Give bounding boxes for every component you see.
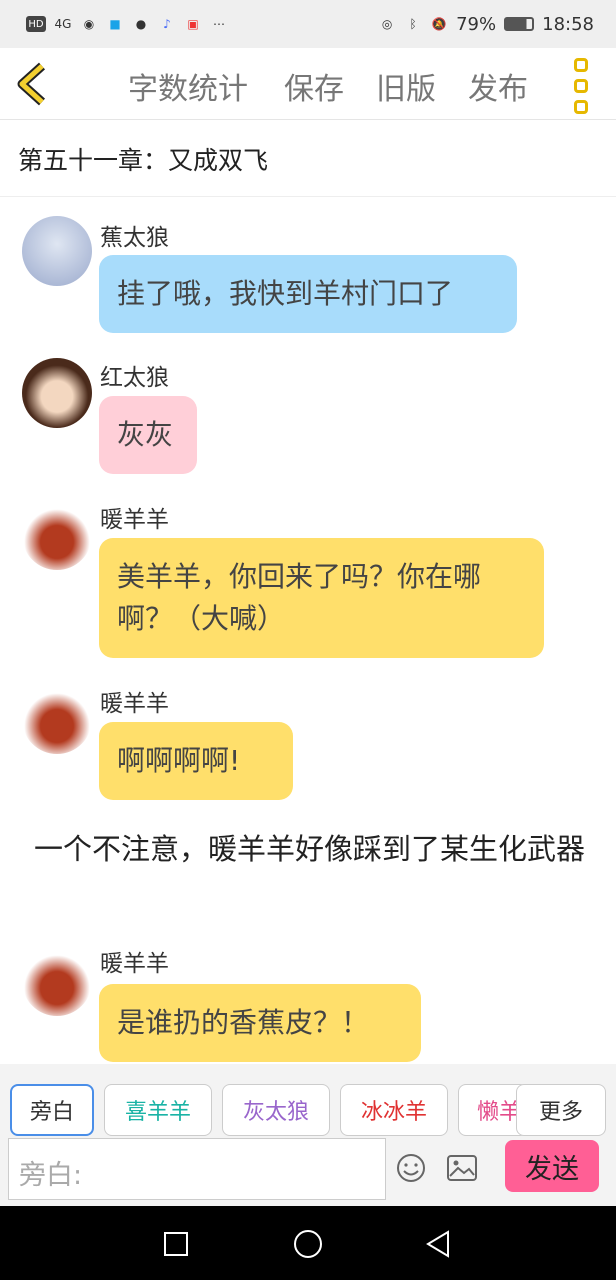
old-version-button[interactable]: 旧版 xyxy=(376,64,436,108)
bulb-icon: ■ xyxy=(109,17,121,31)
system-nav-bar xyxy=(0,1206,616,1280)
speaker-name: 红太狼 xyxy=(100,365,169,391)
battery-icon xyxy=(504,17,535,31)
more-menu-icon[interactable] xyxy=(574,58,594,114)
back-nav-icon[interactable] xyxy=(424,1230,452,1258)
input-bar: 旁白: 发送 xyxy=(0,1136,616,1206)
speaker-name: 暖羊羊 xyxy=(100,507,169,533)
status-bar: HD 4G ◉ ■ ● ♪ ▣ ⋯ ◎ ᛒ 🔕 79% 18:58 xyxy=(0,0,616,48)
chat-icon: ● xyxy=(135,17,147,31)
globe-icon: ◉ xyxy=(83,17,95,31)
publish-button[interactable]: 发布 xyxy=(468,64,528,108)
home-icon[interactable] xyxy=(294,1230,322,1258)
emoji-icon[interactable] xyxy=(396,1153,426,1183)
avatar xyxy=(22,946,92,1016)
more-characters-button[interactable]: 更多 xyxy=(516,1084,606,1136)
avatar xyxy=(22,500,92,570)
message-bubble: 是谁扔的香蕉皮？！ xyxy=(99,984,421,1062)
character-chip[interactable]: 灰太狼 xyxy=(222,1084,330,1136)
clock: 18:58 xyxy=(542,13,594,35)
character-chip[interactable]: 喜羊羊 xyxy=(104,1084,212,1136)
editor-toolbar: 字数统计 保存 旧版 发布 xyxy=(0,48,616,120)
speaker-name: 蕉太狼 xyxy=(100,225,169,251)
message-bubble: 啊啊啊啊! xyxy=(99,722,293,800)
battery-percent: 79% xyxy=(456,13,497,35)
narration-text[interactable]: 一个不注意，暖羊羊好像踩到了某生化武器 xyxy=(34,828,594,870)
mute-icon: 🔕 xyxy=(431,17,447,31)
speaker-name: 暖羊羊 xyxy=(100,951,169,977)
avatar xyxy=(22,684,92,754)
message-bubble: 挂了哦，我快到羊村门口了 xyxy=(99,255,517,333)
message-bubble: 美羊羊，你回来了吗？你在哪啊？（大喊） xyxy=(99,538,544,658)
send-button[interactable]: 发送 xyxy=(505,1140,599,1192)
book-icon: ▣ xyxy=(187,17,199,31)
chapter-title[interactable]: 第五十一章：又成双飞 xyxy=(0,121,616,197)
character-selector: 旁白 喜羊羊 灰太狼 冰冰羊 懒羊 更多 xyxy=(0,1064,616,1136)
back-arrow-icon[interactable] xyxy=(14,62,56,106)
signal-icon: 4G xyxy=(54,17,72,31)
recent-apps-icon[interactable] xyxy=(164,1232,188,1256)
character-chip-narrator[interactable]: 旁白 xyxy=(10,1084,94,1136)
character-chip[interactable]: 冰冰羊 xyxy=(340,1084,448,1136)
word-count-button[interactable]: 字数统计 xyxy=(128,64,248,108)
more-status-icon: ⋯ xyxy=(213,17,225,31)
avatar xyxy=(22,216,92,286)
image-icon[interactable] xyxy=(446,1154,478,1182)
message-bubble: 灰灰 xyxy=(99,396,197,474)
avatar xyxy=(22,358,92,428)
message-input[interactable]: 旁白: xyxy=(8,1138,386,1200)
save-button[interactable]: 保存 xyxy=(284,64,344,108)
music-icon: ♪ xyxy=(163,17,171,31)
hd-icon: HD xyxy=(26,16,46,32)
eye-icon: ◎ xyxy=(381,17,393,31)
bluetooth-icon: ᛒ xyxy=(409,17,417,31)
speaker-name: 暖羊羊 xyxy=(100,691,169,717)
